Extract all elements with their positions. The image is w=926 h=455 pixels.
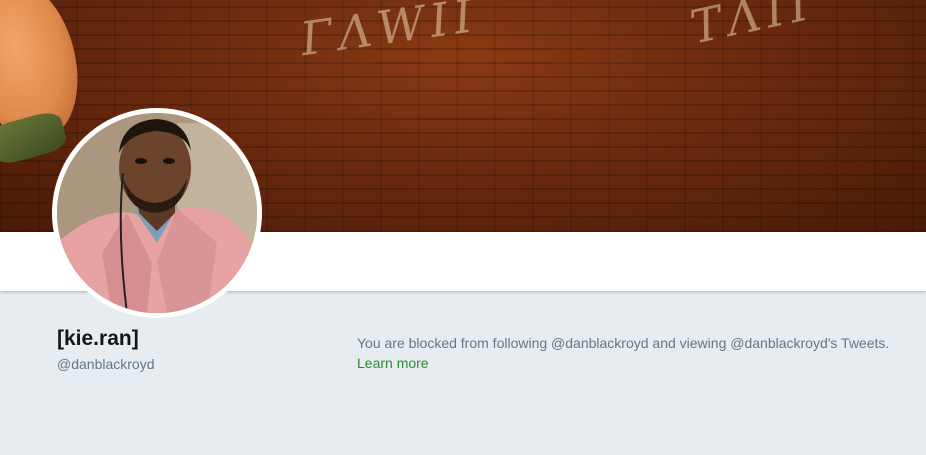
blocked-notice-text: You are blocked from following @danblack… xyxy=(357,335,890,351)
learn-more-link[interactable]: Learn more xyxy=(357,355,429,371)
avatar-illustration xyxy=(57,113,257,313)
profile-page: ΓΛWII ΤΛΙΙ [kie.ran] @danblackroyd You a… xyxy=(0,0,926,455)
avatar-photo xyxy=(57,113,257,313)
blocked-notice: You are blocked from following @danblack… xyxy=(357,333,917,373)
banner-wall-graffiti-2: ΤΛΙΙ xyxy=(685,0,819,55)
profile-screen-name[interactable]: @danblackroyd xyxy=(57,356,155,372)
profile-avatar[interactable] xyxy=(52,108,262,318)
profile-display-name[interactable]: [kie.ran] xyxy=(57,327,139,351)
banner-wall-graffiti: ΓΛWII xyxy=(297,0,482,67)
